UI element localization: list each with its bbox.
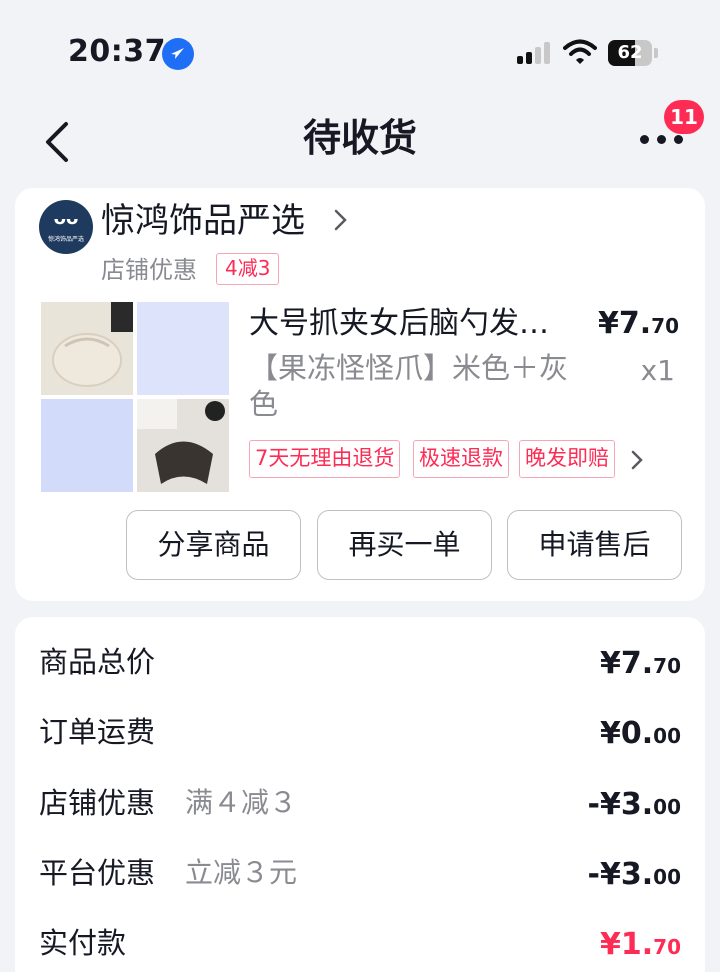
product-spec: 【果冻怪怪爪】米色＋灰色 bbox=[249, 351, 569, 421]
location-arrow-icon bbox=[162, 38, 194, 70]
summary-row-platform-discount: 平台优惠 立减３元 -¥3.00 bbox=[39, 856, 681, 892]
summary-row-total: 商品总价 ¥7.70 bbox=[39, 645, 681, 681]
product-price: ¥7.70 bbox=[598, 306, 679, 341]
share-product-button[interactable]: 分享商品 bbox=[126, 510, 301, 580]
wifi-icon bbox=[563, 38, 597, 66]
chevron-right-icon[interactable] bbox=[333, 208, 349, 232]
battery-icon: 62 bbox=[608, 40, 658, 66]
summary-row-shipping: 订单运费 ¥0.00 bbox=[39, 715, 681, 751]
after-sale-button[interactable]: 申请售后 bbox=[507, 510, 682, 580]
page-title: 待收货 bbox=[302, 116, 417, 160]
price-summary-card: 商品总价 ¥7.70 订单运费 ¥0.00 店铺优惠 满４减３ -¥3.00 平… bbox=[15, 617, 705, 972]
product-quantity: x1 bbox=[640, 354, 675, 387]
summary-row-paid: 实付款 ¥1.70 bbox=[39, 926, 681, 962]
shop-logo[interactable]: ᴗᴗ 惊鸿饰品严选 bbox=[39, 200, 93, 254]
service-tag: 极速退款 bbox=[413, 440, 509, 478]
summary-row-shop-discount: 店铺优惠 满４减３ -¥3.00 bbox=[39, 786, 681, 822]
battery-percent: 62 bbox=[617, 42, 643, 63]
order-card: ᴗᴗ 惊鸿饰品严选 惊鸿饰品严选 店铺优惠 4减3 大号抓夹女后脑勺发… ¥7.… bbox=[15, 188, 705, 601]
nav-bar: 待收货 11 bbox=[0, 100, 720, 180]
promo-chip: 4减3 bbox=[216, 253, 280, 285]
shop-promo-label: 店铺优惠 bbox=[101, 256, 197, 284]
service-tag: 7天无理由退货 bbox=[249, 440, 401, 478]
status-bar: 20:37 62 bbox=[0, 0, 720, 100]
shop-name[interactable]: 惊鸿饰品严选 bbox=[101, 196, 305, 246]
notification-badge: 11 bbox=[664, 100, 704, 134]
chevron-right-icon[interactable] bbox=[631, 450, 643, 470]
buy-again-button[interactable]: 再买一单 bbox=[317, 510, 492, 580]
status-time: 20:37 bbox=[68, 34, 166, 69]
product-title[interactable]: 大号抓夹女后脑勺发… bbox=[249, 302, 579, 346]
product-thumbnail[interactable] bbox=[41, 302, 229, 492]
cellular-signal-icon bbox=[517, 42, 553, 64]
service-tag: 晚发即赔 bbox=[519, 440, 615, 478]
